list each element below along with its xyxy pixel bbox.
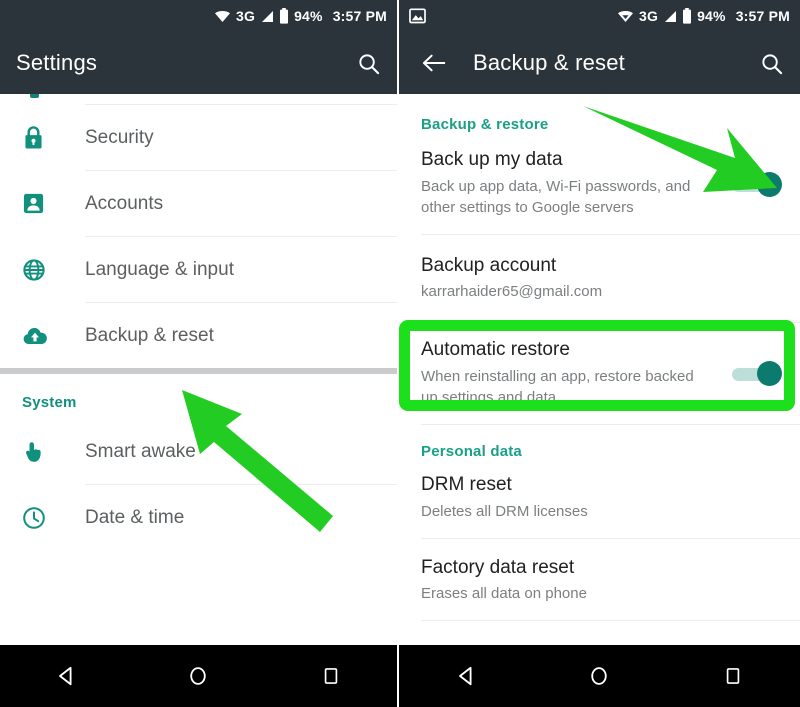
status-bar: 3G 94% 3:57 PM xyxy=(399,0,800,32)
pref-title: Back up my data xyxy=(421,149,563,170)
pref-summary: Deletes all DRM licenses xyxy=(421,502,588,520)
settings-item-label: Backup & reset xyxy=(85,324,214,346)
clock-label: 3:57 PM xyxy=(735,8,790,24)
toggle-back-up-my-data[interactable] xyxy=(732,172,782,198)
pointing-hand-icon xyxy=(16,440,85,464)
clock-label: 3:57 PM xyxy=(332,8,387,24)
page-title: Backup & reset xyxy=(473,50,625,75)
settings-item-label: Security xyxy=(85,126,154,148)
settings-item-backup-and-reset[interactable]: Backup & reset xyxy=(0,303,397,368)
section-header-personal-data: Personal data xyxy=(421,442,522,460)
home-circle-icon[interactable] xyxy=(176,661,220,691)
section-header-system: System xyxy=(22,394,77,411)
pref-factory-data-reset[interactable]: Factory data reset Erases all data on ph… xyxy=(399,539,800,621)
person-badge-icon xyxy=(16,192,85,215)
pref-title: Automatic restore xyxy=(421,339,570,361)
app-bar: Backup & reset xyxy=(399,32,800,94)
list-divider xyxy=(421,620,800,622)
pref-summary: Erases all data on phone xyxy=(421,585,587,603)
wifi-icon xyxy=(617,10,634,23)
toggle-automatic-restore[interactable] xyxy=(732,360,782,386)
settings-item-label: Accounts xyxy=(85,192,164,214)
pref-automatic-restore[interactable]: Automatic restore When reinstalling an a… xyxy=(399,323,800,424)
settings-item-smart-awake[interactable]: Smart awake xyxy=(0,419,397,484)
settings-list: Security Accounts Language & input Backu… xyxy=(0,94,397,550)
screenshot-image-icon xyxy=(409,8,426,24)
pref-summary: When reinstalling an app, restore backed… xyxy=(421,367,694,406)
wifi-icon xyxy=(214,10,231,23)
screenshot-stage: 3G 94% 3:57 PM Settings Security Account… xyxy=(0,0,800,707)
toggle-thumb xyxy=(757,360,782,386)
android-nav-bar xyxy=(0,645,397,707)
pref-summary: Back up app data, Wi-Fi passwords, and o… xyxy=(421,177,691,216)
settings-screen-panel: 3G 94% 3:57 PM Settings Security Account… xyxy=(0,0,399,707)
settings-item-label: Smart awake xyxy=(85,440,196,462)
battery-percent-label: 94% xyxy=(697,8,726,24)
back-triangle-icon[interactable] xyxy=(44,661,88,691)
clock-icon xyxy=(16,506,85,530)
recents-square-icon[interactable] xyxy=(309,661,353,691)
arrow-back-icon[interactable] xyxy=(421,50,447,76)
search-icon[interactable] xyxy=(355,50,381,76)
signal-bars-icon xyxy=(663,10,677,23)
pref-summary: karrarhaider65@gmail.com xyxy=(421,283,603,301)
home-circle-icon[interactable] xyxy=(577,661,621,691)
backup-and-reset-screen-panel: 3G 94% 3:57 PM Backup & reset Backup & r… xyxy=(399,0,800,707)
network-type-label: 3G xyxy=(235,8,256,24)
partial-icon xyxy=(30,94,39,98)
battery-icon xyxy=(682,8,692,24)
app-bar: Settings xyxy=(0,32,397,94)
android-nav-bar xyxy=(399,645,800,707)
pref-drm-reset[interactable]: DRM reset Deletes all DRM licenses xyxy=(399,464,800,538)
globe-icon xyxy=(16,258,85,282)
settings-item-accounts[interactable]: Accounts xyxy=(0,171,397,236)
settings-item-security[interactable]: Security xyxy=(0,105,397,170)
pref-title: Backup account xyxy=(421,254,557,276)
battery-percent-label: 94% xyxy=(294,8,323,24)
pref-title: DRM reset xyxy=(421,473,512,495)
network-type-label: 3G xyxy=(638,8,659,24)
status-bar: 3G 94% 3:57 PM xyxy=(0,0,397,32)
settings-list-container[interactable]: Security Accounts Language & input Backu… xyxy=(0,94,397,645)
pref-back-up-my-data[interactable]: Back up my data Back up app data, Wi-Fi … xyxy=(399,137,800,234)
backup-reset-list-container[interactable]: Backup & restore Back up my data Back up… xyxy=(399,94,800,645)
settings-item-label: Language & input xyxy=(85,258,234,280)
settings-item-date-and-time[interactable]: Date & time xyxy=(0,485,397,550)
settings-item-language-and-input[interactable]: Language & input xyxy=(0,237,397,302)
search-icon[interactable] xyxy=(758,50,784,76)
back-triangle-icon[interactable] xyxy=(444,661,488,691)
toggle-thumb xyxy=(757,172,782,198)
settings-item-label: Date & time xyxy=(85,506,185,528)
pref-title: Factory data reset xyxy=(421,556,575,578)
signal-bars-icon xyxy=(260,10,274,23)
lock-icon xyxy=(16,125,85,150)
scrolled-partial-item xyxy=(0,94,397,104)
section-header-backup-and-restore: Backup & restore xyxy=(421,116,549,133)
battery-icon xyxy=(279,8,289,24)
pref-backup-account[interactable]: Backup account karrarhaider65@gmail.com xyxy=(399,235,800,323)
page-title: Settings xyxy=(16,50,98,75)
recents-square-icon[interactable] xyxy=(711,661,755,691)
cloud-upload-icon xyxy=(16,326,85,346)
